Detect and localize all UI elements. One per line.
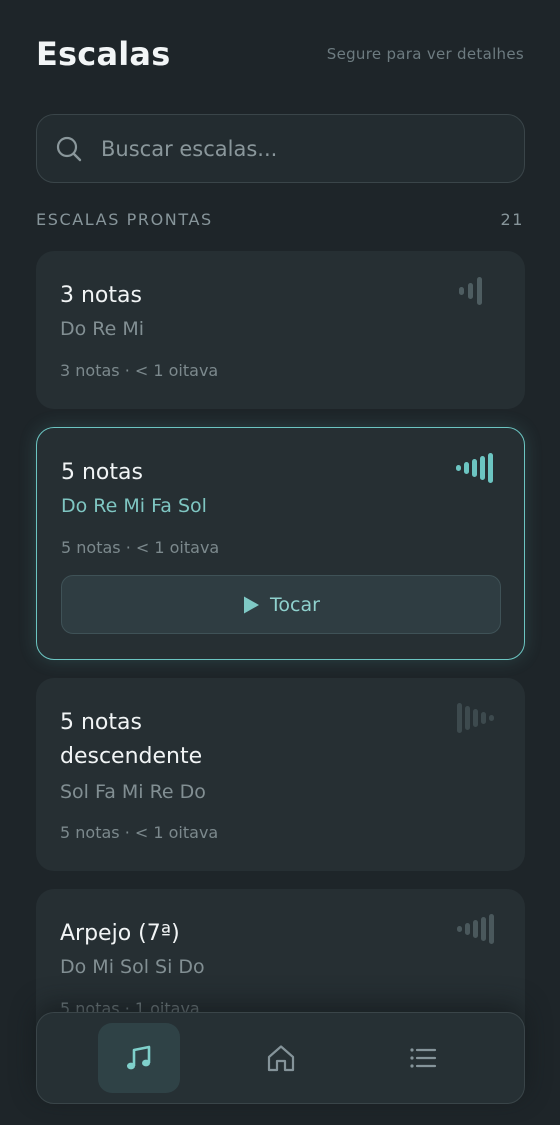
scale-name: 5 notas descendente	[60, 710, 203, 769]
play-icon	[244, 596, 260, 613]
descending-wave-icon	[457, 702, 501, 734]
header: Escalas Segure para ver detalhes	[36, 30, 524, 78]
section-header: ESCALAS PRONTAS 21	[36, 206, 524, 232]
scale-notes: Sol Fa Mi Re Do	[60, 781, 206, 803]
hold-hint: Segure para ver detalhes	[326, 45, 524, 63]
section-label: ESCALAS PRONTAS	[36, 209, 213, 229]
nav-item-scales[interactable]	[98, 1023, 180, 1093]
scales-screen: Escalas Segure para ver detalhes ESCALAS…	[0, 0, 560, 1125]
list-icon	[410, 1048, 437, 1068]
scale-name: Arpejo (7ª)	[60, 921, 180, 946]
scale-notes: Do Re Mi Fa Sol	[61, 495, 207, 517]
search-icon	[56, 136, 82, 161]
scale-meta: 5 notas · < 1 oitava	[60, 823, 219, 842]
home-icon	[267, 1045, 295, 1072]
scale-count: 21	[500, 209, 524, 229]
ascending-wave-icon	[457, 913, 501, 945]
scale-name: 3 notas	[60, 283, 142, 308]
ascending-wave-icon	[457, 275, 501, 307]
scale-card-5-notas-descendente[interactable]: 5 notas descendente Sol Fa Mi Re Do 5 no…	[36, 678, 525, 871]
music-note-icon	[127, 1045, 151, 1070]
scale-meta: 3 notas · < 1 oitava	[60, 361, 219, 380]
ascending-wave-icon	[456, 452, 500, 484]
scale-name: 5 notas	[61, 460, 143, 485]
scale-notes: Do Re Mi	[60, 318, 145, 340]
play-button[interactable]: Tocar	[61, 575, 501, 634]
bottom-nav	[36, 1012, 525, 1104]
search-bar[interactable]	[36, 114, 525, 183]
nav-item-home[interactable]	[240, 1023, 322, 1093]
page-title: Escalas	[36, 35, 171, 73]
search-input[interactable]	[101, 115, 524, 182]
nav-item-list[interactable]	[382, 1023, 464, 1093]
scale-notes: Do Mi Sol Si Do	[60, 956, 205, 978]
play-button-label: Tocar	[270, 593, 320, 616]
scale-card-5-notas[interactable]: 5 notas Do Re Mi Fa Sol 5 notas · < 1 oi…	[36, 427, 525, 660]
scale-meta: 5 notas · < 1 oitava	[61, 538, 220, 557]
scale-card-3-notas[interactable]: 3 notas Do Re Mi 3 notas · < 1 oitava	[36, 251, 525, 409]
